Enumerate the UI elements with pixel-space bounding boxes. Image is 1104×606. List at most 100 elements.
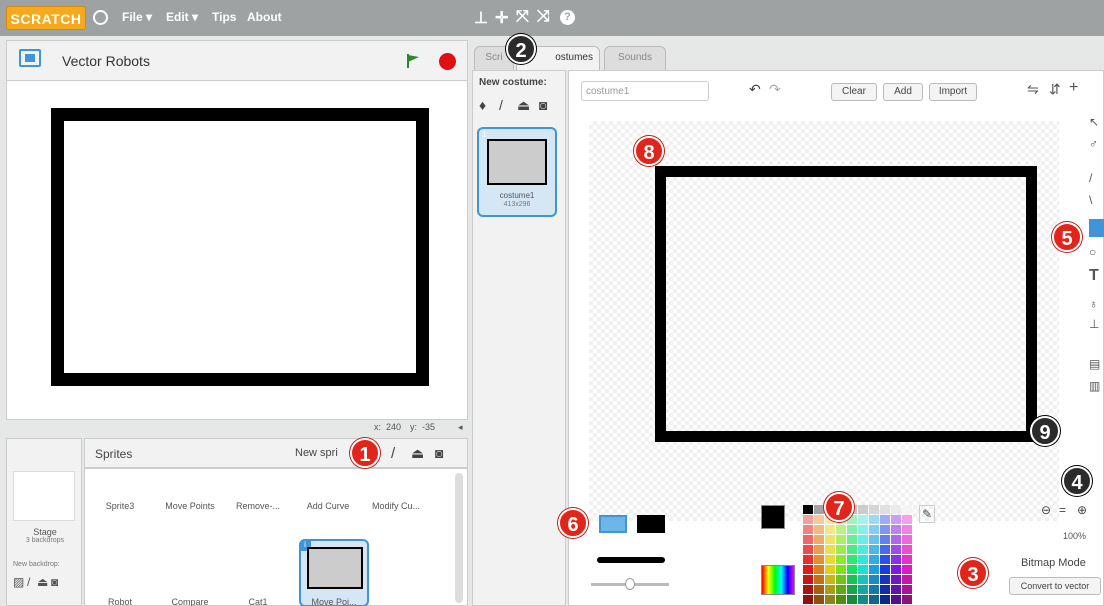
color-swatch[interactable] <box>880 515 890 524</box>
stage-rectangle-sprite[interactable] <box>51 108 429 386</box>
color-swatch[interactable] <box>825 585 835 594</box>
color-swatch[interactable] <box>825 595 835 604</box>
color-swatch[interactable] <box>803 585 813 594</box>
costume-name-field[interactable] <box>581 81 709 101</box>
reshape-tool-icon[interactable]: ♂ <box>1089 135 1104 153</box>
globe-icon[interactable] <box>93 10 108 25</box>
select-tool-icon[interactable]: ↖ <box>1089 113 1104 131</box>
color-swatch[interactable] <box>902 595 912 604</box>
color-swatch[interactable] <box>803 545 813 554</box>
stamp-tool-icon[interactable]: ⊥ <box>1089 315 1104 333</box>
costume-library-icon[interactable]: ♦ <box>479 97 486 113</box>
expand-icon[interactable]: ⤨ <box>537 8 550 26</box>
slider-thumb[interactable] <box>625 578 635 590</box>
color-swatch[interactable] <box>869 515 879 524</box>
color-swatch[interactable] <box>869 535 879 544</box>
color-swatch[interactable] <box>902 505 912 514</box>
color-swatch[interactable] <box>858 565 868 574</box>
color-swatch[interactable] <box>803 555 813 564</box>
color-swatch[interactable] <box>902 585 912 594</box>
color-swatch[interactable] <box>858 545 868 554</box>
shrink-icon[interactable]: ⤧ <box>516 8 529 26</box>
color-swatch[interactable] <box>858 515 868 524</box>
sprite-item[interactable]: Remove-... <box>225 501 291 511</box>
line-tool-icon[interactable]: \ <box>1089 191 1104 209</box>
color-swatch[interactable] <box>858 505 868 514</box>
color-swatch[interactable] <box>880 575 890 584</box>
color-swatch[interactable] <box>836 535 846 544</box>
fill-style-solid[interactable] <box>599 515 627 533</box>
green-flag-icon[interactable] <box>405 53 421 69</box>
import-button[interactable]: Import <box>929 83 977 101</box>
color-swatch[interactable] <box>902 525 912 534</box>
color-swatch[interactable] <box>847 525 857 534</box>
sprite-item[interactable]: Compare <box>157 597 223 606</box>
color-swatch[interactable] <box>880 525 890 534</box>
backward-layer-icon[interactable]: ▥ <box>1089 377 1104 395</box>
color-swatch[interactable] <box>836 545 846 554</box>
zoom-in-icon[interactable]: ⊕ <box>1077 503 1087 517</box>
color-swatch[interactable] <box>803 535 813 544</box>
color-swatch[interactable] <box>891 535 901 544</box>
color-swatch[interactable] <box>902 515 912 524</box>
sprite-item[interactable]: Sprite3 <box>87 501 153 511</box>
stage-thumbnail[interactable] <box>13 471 75 521</box>
color-swatch[interactable] <box>803 525 813 534</box>
color-swatch[interactable] <box>869 565 879 574</box>
color-swatch[interactable] <box>902 555 912 564</box>
color-swatch[interactable] <box>836 585 846 594</box>
color-swatch[interactable] <box>869 505 879 514</box>
backdrop-camera-icon[interactable]: ◙ <box>51 575 58 589</box>
costume-item-selected[interactable]: 1 costume1 413x296 <box>477 127 557 217</box>
color-swatch[interactable] <box>803 565 813 574</box>
backdrop-library-icon[interactable]: ▨ <box>13 575 24 589</box>
color-swatch[interactable] <box>836 555 846 564</box>
color-swatch[interactable] <box>880 585 890 594</box>
color-swatch[interactable] <box>858 535 868 544</box>
color-swatch[interactable] <box>825 565 835 574</box>
color-swatch[interactable] <box>814 535 824 544</box>
color-swatch[interactable] <box>858 525 868 534</box>
color-swatch[interactable] <box>891 515 901 524</box>
color-swatch[interactable] <box>902 575 912 584</box>
color-swatch[interactable] <box>891 545 901 554</box>
backdrop-upload-icon[interactable]: ⏏ <box>37 575 48 589</box>
color-swatch[interactable] <box>825 525 835 534</box>
color-swatch[interactable] <box>847 585 857 594</box>
sprite-item[interactable]: Add Curve <box>295 501 361 511</box>
forward-layer-icon[interactable]: ▤ <box>1089 355 1104 373</box>
color-swatch[interactable] <box>814 505 824 514</box>
color-swatch[interactable] <box>869 575 879 584</box>
color-swatch[interactable] <box>847 535 857 544</box>
color-swatch[interactable] <box>836 525 846 534</box>
tab-sounds[interactable]: Sounds <box>604 46 666 70</box>
zoom-out-icon[interactable]: ⊖ <box>1041 503 1051 517</box>
color-swatch[interactable] <box>880 565 890 574</box>
eyedropper-icon[interactable]: ✎ <box>919 505 935 523</box>
color-swatch[interactable] <box>814 575 824 584</box>
color-swatch[interactable] <box>814 565 824 574</box>
color-swatch[interactable] <box>902 535 912 544</box>
ellipse-tool-icon[interactable]: ○ <box>1089 243 1104 261</box>
color-swatch[interactable] <box>880 555 890 564</box>
scratch-logo[interactable]: SCRATCH <box>6 6 86 30</box>
color-swatch[interactable] <box>869 595 879 604</box>
color-swatch[interactable] <box>825 575 835 584</box>
color-swatch[interactable] <box>825 535 835 544</box>
color-swatch[interactable] <box>836 595 846 604</box>
sprite-item[interactable]: Robot <box>87 597 153 606</box>
flip-vertical-icon[interactable]: ⇵ <box>1049 81 1061 98</box>
color-picker-gradient[interactable] <box>761 565 795 595</box>
color-swatch[interactable] <box>869 525 879 534</box>
color-swatch[interactable] <box>891 585 901 594</box>
flip-horizontal-icon[interactable]: ⇋ <box>1027 81 1039 98</box>
sprite-item[interactable]: Move Points <box>157 501 223 511</box>
drawing-canvas[interactable] <box>589 121 1059 521</box>
color-swatch[interactable] <box>858 555 868 564</box>
color-swatch[interactable] <box>814 515 824 524</box>
selected-sprite-tile[interactable]: i Move Poi... <box>299 539 369 606</box>
color-swatch[interactable] <box>858 575 868 584</box>
sprite-item[interactable]: Modify Cu... <box>363 501 429 511</box>
menu-about[interactable]: About <box>247 10 282 24</box>
grow-icon[interactable]: ✛ <box>495 8 508 28</box>
